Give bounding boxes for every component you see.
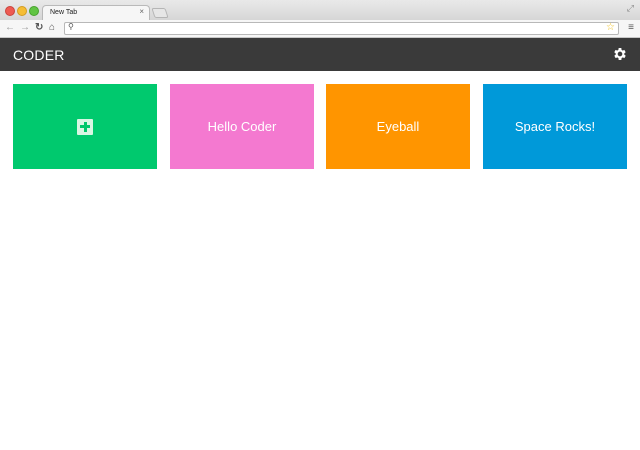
zoom-window-button[interactable] (29, 6, 39, 16)
new-tab-button[interactable] (151, 8, 169, 18)
reload-icon[interactable]: ↻ (35, 21, 43, 35)
browser-toolbar: ← → ↻ ⌂ ⚲ ☆ ≡ (0, 20, 640, 38)
app-tile-space-rocks[interactable]: Space Rocks! (483, 84, 627, 169)
tab-close-icon[interactable]: × (139, 8, 144, 16)
tile-label: Eyeball (376, 119, 420, 134)
app-title: CODER (13, 47, 65, 63)
back-arrow-icon[interactable]: ← (5, 21, 15, 35)
address-bar[interactable]: ⚲ ☆ (64, 22, 619, 35)
tile-label: Hello Coder (207, 119, 277, 134)
app-header: CODER (0, 38, 640, 71)
app-tile-hello-coder[interactable]: Hello Coder (170, 84, 314, 169)
browser-titlebar: New Tab × ⤢ (0, 0, 640, 20)
tile-label: Space Rocks! (514, 119, 596, 134)
close-window-button[interactable] (5, 6, 15, 16)
home-icon[interactable]: ⌂ (49, 21, 55, 35)
bookmark-star-icon[interactable]: ☆ (606, 22, 615, 34)
browser-tab[interactable]: New Tab × (42, 5, 150, 20)
search-icon: ⚲ (68, 22, 74, 31)
address-input[interactable] (78, 23, 598, 34)
gear-icon[interactable] (612, 46, 628, 62)
forward-arrow-icon[interactable]: → (20, 21, 30, 35)
add-icon (77, 118, 93, 135)
fullscreen-icon[interactable]: ⤢ (627, 3, 634, 14)
menu-icon[interactable]: ≡ (628, 22, 634, 34)
app-tile-eyeball[interactable]: Eyeball (326, 84, 470, 169)
add-app-tile[interactable] (13, 84, 157, 169)
tab-title: New Tab (50, 9, 78, 16)
minimize-window-button[interactable] (17, 6, 27, 16)
